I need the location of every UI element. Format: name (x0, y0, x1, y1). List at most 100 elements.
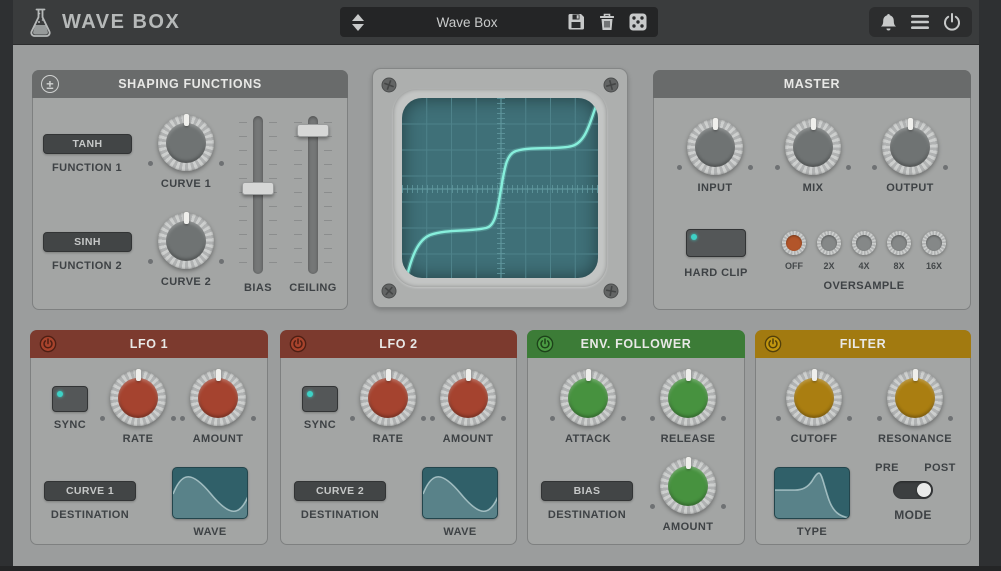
lfo2-rate-knob[interactable] (360, 370, 416, 426)
oversample-4x-label: 4X (858, 261, 869, 271)
lfo1-amount-knob[interactable] (190, 370, 246, 426)
bypass-button[interactable] (942, 12, 962, 32)
preset-spinner[interactable] (348, 12, 368, 33)
env-follower-power-button[interactable] (536, 335, 554, 353)
cutoff-label: CUTOFF (791, 433, 838, 445)
lfo2-header: LFO 2 (280, 330, 517, 358)
lowpass-curve-icon (775, 468, 850, 519)
bias-slider-handle[interactable] (242, 182, 274, 195)
hard-clip-label: HARD CLIP (684, 267, 748, 279)
knob-indicator (184, 114, 189, 126)
curve2-knob[interactable] (158, 213, 214, 269)
ceiling-label: CEILING (289, 282, 336, 294)
env-follower-panel: ENV. FOLLOWER ATTACK RELEASE BIAS DESTIN… (527, 330, 745, 545)
lfo1-panel: LFO 1 SYNC RATE AMOUNT CURVE 1 DESTINATI… (30, 330, 268, 545)
hard-clip-button[interactable] (686, 229, 746, 257)
oversample-16x-button[interactable] (922, 231, 946, 255)
flask-icon (27, 7, 54, 38)
mix-knob[interactable] (785, 119, 841, 175)
lfo2-power-button[interactable] (289, 335, 307, 353)
lfo2-destination-button[interactable]: CURVE 2 (294, 481, 386, 501)
function1-selector-button[interactable]: TANH (43, 134, 132, 154)
resonance-label: RESONANCE (878, 433, 952, 445)
function1-label: FUNCTION 1 (52, 162, 122, 174)
window-bottom-edge (0, 566, 1001, 571)
curve1-knob[interactable] (158, 115, 214, 171)
lfo2-amount-knob[interactable] (440, 370, 496, 426)
filter-header: FILTER (755, 330, 971, 358)
save-preset-button[interactable] (566, 12, 586, 32)
env-amount-knob[interactable] (660, 458, 716, 514)
preset-up-arrow-icon[interactable] (352, 14, 364, 21)
lfo2-amount-label: AMOUNT (443, 433, 494, 445)
crt-screen (402, 98, 598, 278)
screw-icon (381, 77, 397, 93)
lfo1-rate-knob[interactable] (110, 370, 166, 426)
preset-bar: Wave Box (340, 7, 658, 37)
preset-name[interactable]: Wave Box (368, 15, 566, 30)
filter-power-button[interactable] (764, 335, 782, 353)
lfo2-sync-button[interactable] (302, 386, 338, 412)
shaping-functions-title: SHAPING FUNCTIONS (118, 77, 262, 91)
lfo1-sync-button[interactable] (52, 386, 88, 412)
save-icon (566, 12, 586, 32)
oversample-2x-button[interactable] (817, 231, 841, 255)
oversample-8x-button[interactable] (887, 231, 911, 255)
lfo1-power-button[interactable] (39, 335, 57, 353)
randomize-preset-button[interactable] (628, 12, 648, 32)
function2-label: FUNCTION 2 (52, 260, 122, 272)
shaping-functions-panel: ± SHAPING FUNCTIONS TANH FUNCTION 1 CURV… (32, 70, 348, 310)
notifications-button[interactable] (879, 12, 898, 32)
lfo1-rate-label: RATE (123, 433, 154, 445)
sine-wave-icon (423, 468, 498, 519)
lfo1-wave-label: WAVE (193, 526, 226, 538)
attack-label: ATTACK (565, 433, 611, 445)
lfo2-rate-label: RATE (373, 433, 404, 445)
brand: WAVE BOX (27, 7, 180, 38)
toggle-knob (917, 483, 931, 497)
lfo1-header: LFO 1 (30, 330, 268, 358)
oversample-off-button[interactable] (782, 231, 806, 255)
ceiling-slider-handle[interactable] (297, 124, 329, 137)
filter-type-display[interactable] (774, 467, 850, 519)
cutoff-knob[interactable] (786, 370, 842, 426)
filter-panel: FILTER CUTOFF RESONANCE TYPE PRE POST (755, 330, 971, 545)
knob-indicator (216, 369, 221, 381)
oversample-16x-label: 16X (926, 261, 942, 271)
resonance-knob[interactable] (887, 370, 943, 426)
knob-indicator (386, 369, 391, 381)
knob-indicator (812, 369, 817, 381)
knob-indicator (908, 118, 913, 130)
delete-preset-button[interactable] (598, 12, 616, 32)
output-knob[interactable] (882, 119, 938, 175)
plus-minus-icon: ± (41, 75, 59, 93)
oversample-4x-button[interactable] (852, 231, 876, 255)
ceiling-slider[interactable] (291, 116, 335, 274)
hamburger-menu-icon (910, 14, 930, 30)
function2-selector-button[interactable]: SINH (43, 232, 132, 252)
lfo2-wave-label: WAVE (443, 526, 476, 538)
lfo1-wave-display[interactable] (172, 467, 248, 519)
input-knob[interactable] (687, 119, 743, 175)
env-destination-label: DESTINATION (548, 509, 626, 521)
filter-title: FILTER (840, 337, 886, 351)
sine-wave-icon (173, 468, 248, 519)
preset-down-arrow-icon[interactable] (352, 24, 364, 31)
bias-slider[interactable] (236, 116, 280, 274)
env-follower-title: ENV. FOLLOWER (581, 337, 692, 351)
waveshape-scope (372, 68, 628, 308)
filter-mode-toggle[interactable] (893, 481, 933, 499)
curve2-label: CURVE 2 (161, 276, 211, 288)
oversample-8x-label: 8X (893, 261, 904, 271)
master-panel: MASTER INPUT MIX OUTPUT HARD (653, 70, 971, 310)
env-destination-button[interactable]: BIAS (541, 481, 633, 501)
title-bar: WAVE BOX Wave Box (13, 0, 979, 45)
screw-icon (381, 283, 397, 299)
release-knob[interactable] (660, 370, 716, 426)
lfo2-wave-display[interactable] (422, 467, 498, 519)
lfo1-destination-button[interactable]: CURVE 1 (44, 481, 136, 501)
knob-indicator (184, 212, 189, 224)
menu-button[interactable] (910, 14, 930, 30)
crt-bezel (393, 89, 607, 287)
attack-knob[interactable] (560, 370, 616, 426)
